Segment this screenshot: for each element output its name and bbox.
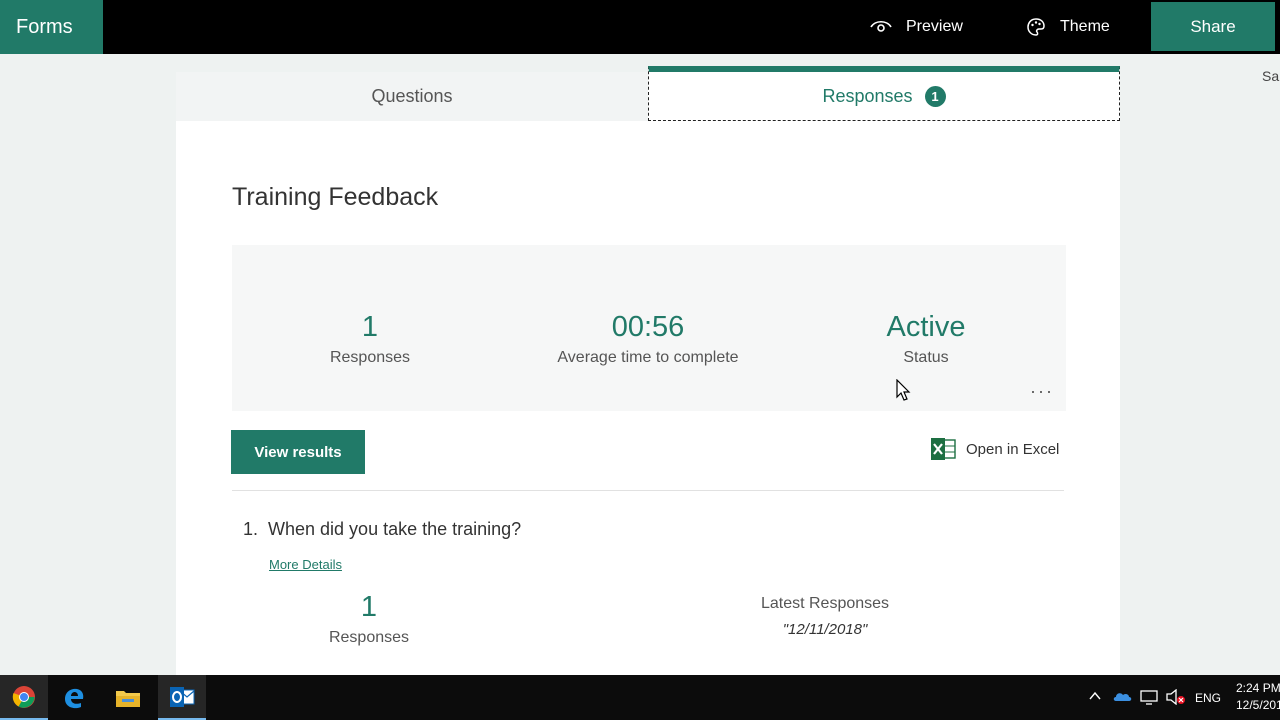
more-details-link[interactable]: More Details (269, 557, 342, 572)
stat-status: Active Status (806, 311, 1046, 367)
onedrive-icon[interactable] (1112, 689, 1132, 703)
status-label: Status (903, 349, 949, 366)
share-button[interactable]: Share (1151, 2, 1275, 51)
taskbar: ENG 2:24 PM 12/5/2018 (0, 675, 1280, 720)
theme-button[interactable]: Theme (1026, 0, 1110, 54)
excel-icon (931, 438, 956, 460)
palette-icon (1027, 18, 1045, 36)
question-1-title: 1. When did you take the training? (243, 519, 521, 540)
open-in-excel-label: Open in Excel (966, 440, 1060, 458)
latest-responses: Latest Responses "12/11/2018" (716, 595, 934, 638)
app-name: Forms (16, 15, 73, 38)
taskbar-chrome[interactable] (0, 675, 48, 720)
responses-count-badge: 1 (924, 85, 946, 107)
edge-icon (65, 688, 84, 708)
chrome-icon (12, 685, 35, 708)
question-text: When did you take the training? (268, 519, 522, 539)
question-number: 1. (243, 519, 259, 539)
top-bar: Forms Preview Theme Share (0, 0, 1280, 54)
latest-responses-label: Latest Responses (760, 595, 890, 612)
clock[interactable]: 2:24 PM 12/5/2018 (1236, 680, 1280, 714)
preview-button[interactable]: Preview (870, 0, 963, 54)
saved-status: Sa (1262, 68, 1280, 84)
language-indicator[interactable]: ENG (1195, 675, 1221, 720)
view-results-button[interactable]: View results (231, 430, 365, 474)
clock-time: 2:24 PM (1236, 681, 1280, 695)
file-explorer-icon (116, 690, 140, 707)
stat-average-time: 00:56 Average time to complete (528, 311, 768, 367)
tab-responses[interactable]: Responses 1 (648, 66, 1120, 121)
responses-label: Responses (329, 349, 411, 366)
responses-count: 1 (361, 311, 379, 343)
response-summary: 1 Responses 00:56 Average time to comple… (232, 245, 1066, 411)
eye-icon (870, 20, 892, 32)
mouse-cursor-icon (896, 379, 911, 401)
question-1-responses: 1 Responses (269, 591, 469, 647)
network-icon[interactable] (1140, 689, 1158, 705)
divider (232, 490, 1064, 491)
volume-muted-icon[interactable] (1166, 689, 1186, 705)
chevron-up-icon[interactable] (1088, 689, 1102, 703)
responses-panel: Training Feedback 1 Responses 00:56 Aver… (176, 121, 1120, 675)
average-time-value: 00:56 (611, 311, 685, 343)
taskbar-edge[interactable] (50, 675, 98, 720)
status-value: Active (886, 311, 966, 343)
taskbar-file-explorer[interactable] (104, 675, 152, 720)
more-options-button[interactable]: ··· (1030, 381, 1054, 402)
tab-questions[interactable]: Questions (176, 72, 648, 121)
theme-label: Theme (1060, 18, 1110, 35)
tab-responses-label: Responses (822, 85, 913, 106)
average-time-label: Average time to complete (557, 349, 739, 366)
stat-responses: 1 Responses (250, 311, 490, 367)
form-title: Training Feedback (232, 183, 439, 211)
question-responses-count: 1 (360, 591, 378, 623)
view-results-label: View results (254, 443, 342, 461)
forms-logo[interactable]: Forms (0, 0, 103, 54)
taskbar-outlook[interactable] (158, 675, 206, 720)
preview-label: Preview (906, 18, 963, 35)
share-label: Share (1190, 16, 1236, 36)
clock-date: 12/5/2018 (1236, 698, 1280, 712)
question-responses-label: Responses (328, 629, 410, 646)
open-in-excel-button[interactable]: Open in Excel (930, 437, 1059, 461)
tab-questions-label: Questions (371, 86, 453, 106)
latest-response-value: "12/11/2018" (782, 621, 868, 638)
outlook-icon (170, 686, 195, 707)
